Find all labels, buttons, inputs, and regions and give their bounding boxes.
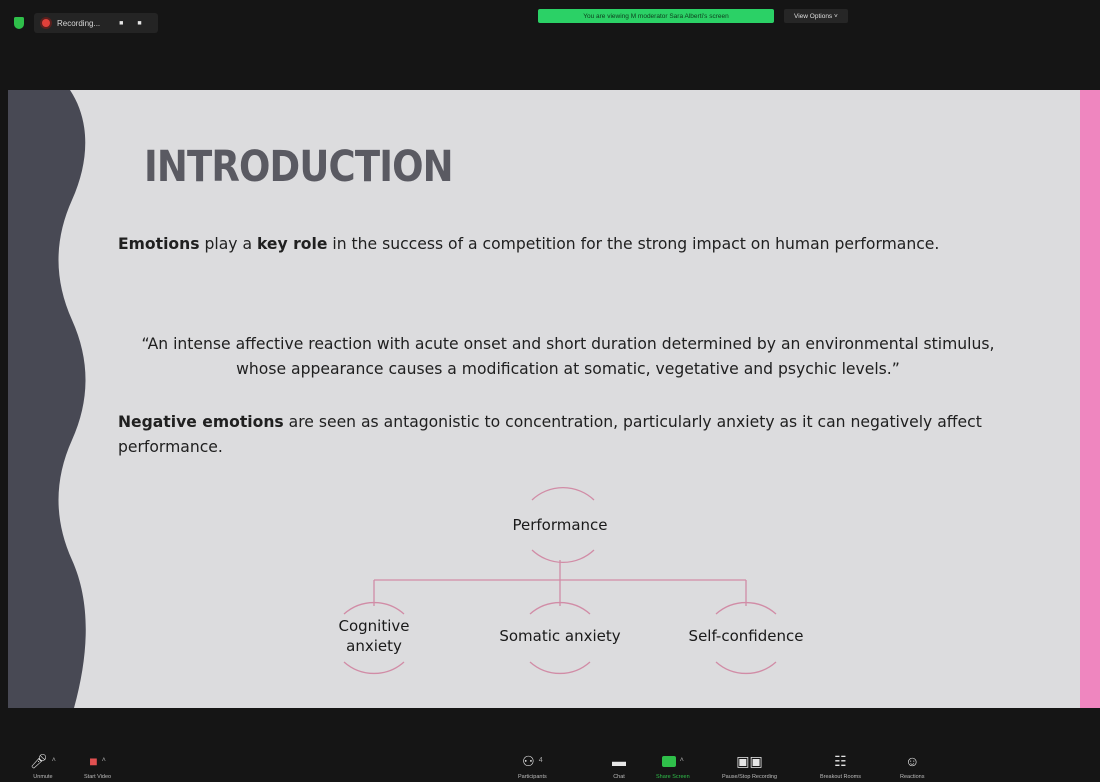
chevron-up-icon[interactable]: ˄ (680, 753, 684, 769)
recording-controls[interactable]: ■ ■ (119, 20, 147, 27)
reactions-button[interactable]: ☺︎ Reactions (900, 752, 924, 780)
top-left-status: Recording... ■ ■ (14, 13, 158, 33)
unmute-button[interactable]: 🎤︎ ˄ Unmute (30, 752, 56, 780)
reactions-icon: ☺︎ (905, 753, 920, 769)
root-arc-top (531, 487, 595, 501)
view-options-button[interactable]: View Options ˅ (784, 9, 848, 23)
root-arc-bottom (531, 549, 595, 563)
pause-stop-recording-icon: ▣▣ (736, 753, 763, 769)
child-arc-bottom-1 (343, 661, 405, 675)
unmute-label: Unmute (33, 774, 53, 780)
breakout-rooms-button[interactable]: ☷ Breakout Rooms (820, 752, 861, 780)
meeting-top-bar: Recording... ■ ■ You are viewing M moder… (0, 0, 1100, 90)
recording-indicator[interactable]: Recording... ■ ■ (34, 13, 158, 33)
icon-row: ▬ (612, 752, 626, 770)
icon-row: ⚇ 4 (522, 752, 542, 770)
breakout-rooms-label: Breakout Rooms (820, 774, 861, 780)
chevron-up-icon[interactable]: ˄ (52, 753, 56, 769)
child-arc-bottom-3 (715, 661, 777, 675)
icon-row: ˄ (661, 752, 684, 770)
chat-label: Chat (613, 774, 625, 780)
meeting-toolbar: 🎤︎ ˄ Unmute ■ ˄ Start Video ⚇ 4 Participant… (0, 708, 1100, 782)
diagram-node-self-confidence: Self-confidence (688, 627, 804, 645)
start-video-label: Start Video (84, 774, 112, 780)
chat-button[interactable]: ▬ Chat (612, 752, 626, 780)
start-video-button[interactable]: ■ ˄ Start Video (84, 752, 111, 780)
breakout-rooms-icon: ☷ (834, 753, 847, 769)
recording-status-text: Recording... (57, 18, 101, 28)
recording-button[interactable]: ▣▣ Pause/Stop Recording (722, 752, 777, 780)
participants-icon: ⚇ (522, 753, 535, 769)
record-dot-icon (42, 19, 50, 27)
participants-label: Participants (518, 774, 547, 780)
icon-row: ☷ (834, 752, 847, 770)
reactions-label: Reactions (900, 774, 925, 780)
viewing-screen-banner: You are viewing M moderator Sara Alberti… (538, 9, 774, 23)
participant-count: 4 (538, 757, 543, 764)
recording-button-label: Pause/Stop Recording (722, 774, 778, 780)
diagram-node-root: Performance (512, 516, 608, 534)
security-shield-icon[interactable] (14, 17, 24, 29)
child-arc-bottom-2 (529, 661, 591, 675)
share-screen-icon (661, 755, 676, 767)
icon-row: ▣▣ (736, 752, 762, 770)
performance-diagram (343, 487, 777, 675)
video-off-icon: ■ (89, 753, 98, 769)
shared-screen-slide: INTRODUCTION Emotions play a key role in… (8, 90, 1100, 708)
share-screen-label: Share Screen (656, 774, 690, 780)
chat-icon: ▬ (612, 753, 626, 769)
participants-button[interactable]: ⚇ 4 Participants (518, 752, 547, 780)
microphone-muted-icon: 🎤︎ (30, 753, 48, 769)
icon-row: ☺︎ (905, 752, 919, 770)
diagram-node-cognitive: Cognitive anxiety (338, 617, 410, 655)
icon-row: ■ ˄ (89, 752, 106, 770)
diagram-node-somatic: Somatic anxiety (499, 627, 621, 645)
icon-row: 🎤︎ ˄ (30, 752, 56, 770)
chevron-up-icon[interactable]: ˄ (102, 753, 106, 769)
share-screen-button[interactable]: ˄ Share Screen (656, 752, 690, 780)
